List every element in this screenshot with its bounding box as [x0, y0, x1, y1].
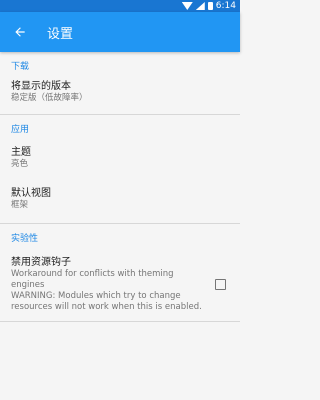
settings-list: 下载 将显示的版本 稳定版（低故障率） 应用 主题 亮色 默认视图 框架 实验性…: [0, 52, 240, 322]
section-header-download: 下载: [11, 62, 30, 72]
disable-hooks-checkbox[interactable]: [215, 279, 226, 290]
setting-theme[interactable]: 主题 亮色: [0, 137, 240, 179]
divider: [0, 321, 240, 322]
wifi-icon: [181, 2, 193, 10]
setting-subtitle: Workaround for conflicts with theming en…: [11, 269, 202, 312]
setting-title: 将显示的版本: [11, 81, 71, 92]
status-bar: 6:14: [0, 0, 240, 12]
status-time: 6:14: [215, 1, 236, 11]
page-title: 设置: [47, 26, 74, 42]
back-button[interactable]: [2, 12, 38, 52]
setting-subtitle: 亮色: [11, 159, 29, 169]
setting-subtitle: 稳定版（低故障率）: [11, 93, 88, 103]
section-header-app: 应用: [11, 125, 30, 135]
setting-title: 默认视图: [11, 188, 51, 199]
setting-title: 主题: [11, 147, 31, 158]
setting-default-view[interactable]: 默认视图 框架: [0, 179, 240, 219]
setting-disable-resource-hooks[interactable]: 禁用资源钩子 Workaround for conflicts with the…: [0, 246, 240, 313]
section-header-experimental: 实验性: [11, 234, 39, 244]
setting-subtitle: 框架: [11, 200, 29, 210]
battery-icon: [207, 2, 213, 10]
setting-version[interactable]: 将显示的版本 稳定版（低故障率）: [0, 74, 240, 110]
setting-title: 禁用资源钩子: [11, 257, 71, 268]
arrow-back-icon: [15, 27, 25, 37]
signal-icon: [195, 2, 205, 10]
app-bar: 设置: [0, 12, 240, 52]
